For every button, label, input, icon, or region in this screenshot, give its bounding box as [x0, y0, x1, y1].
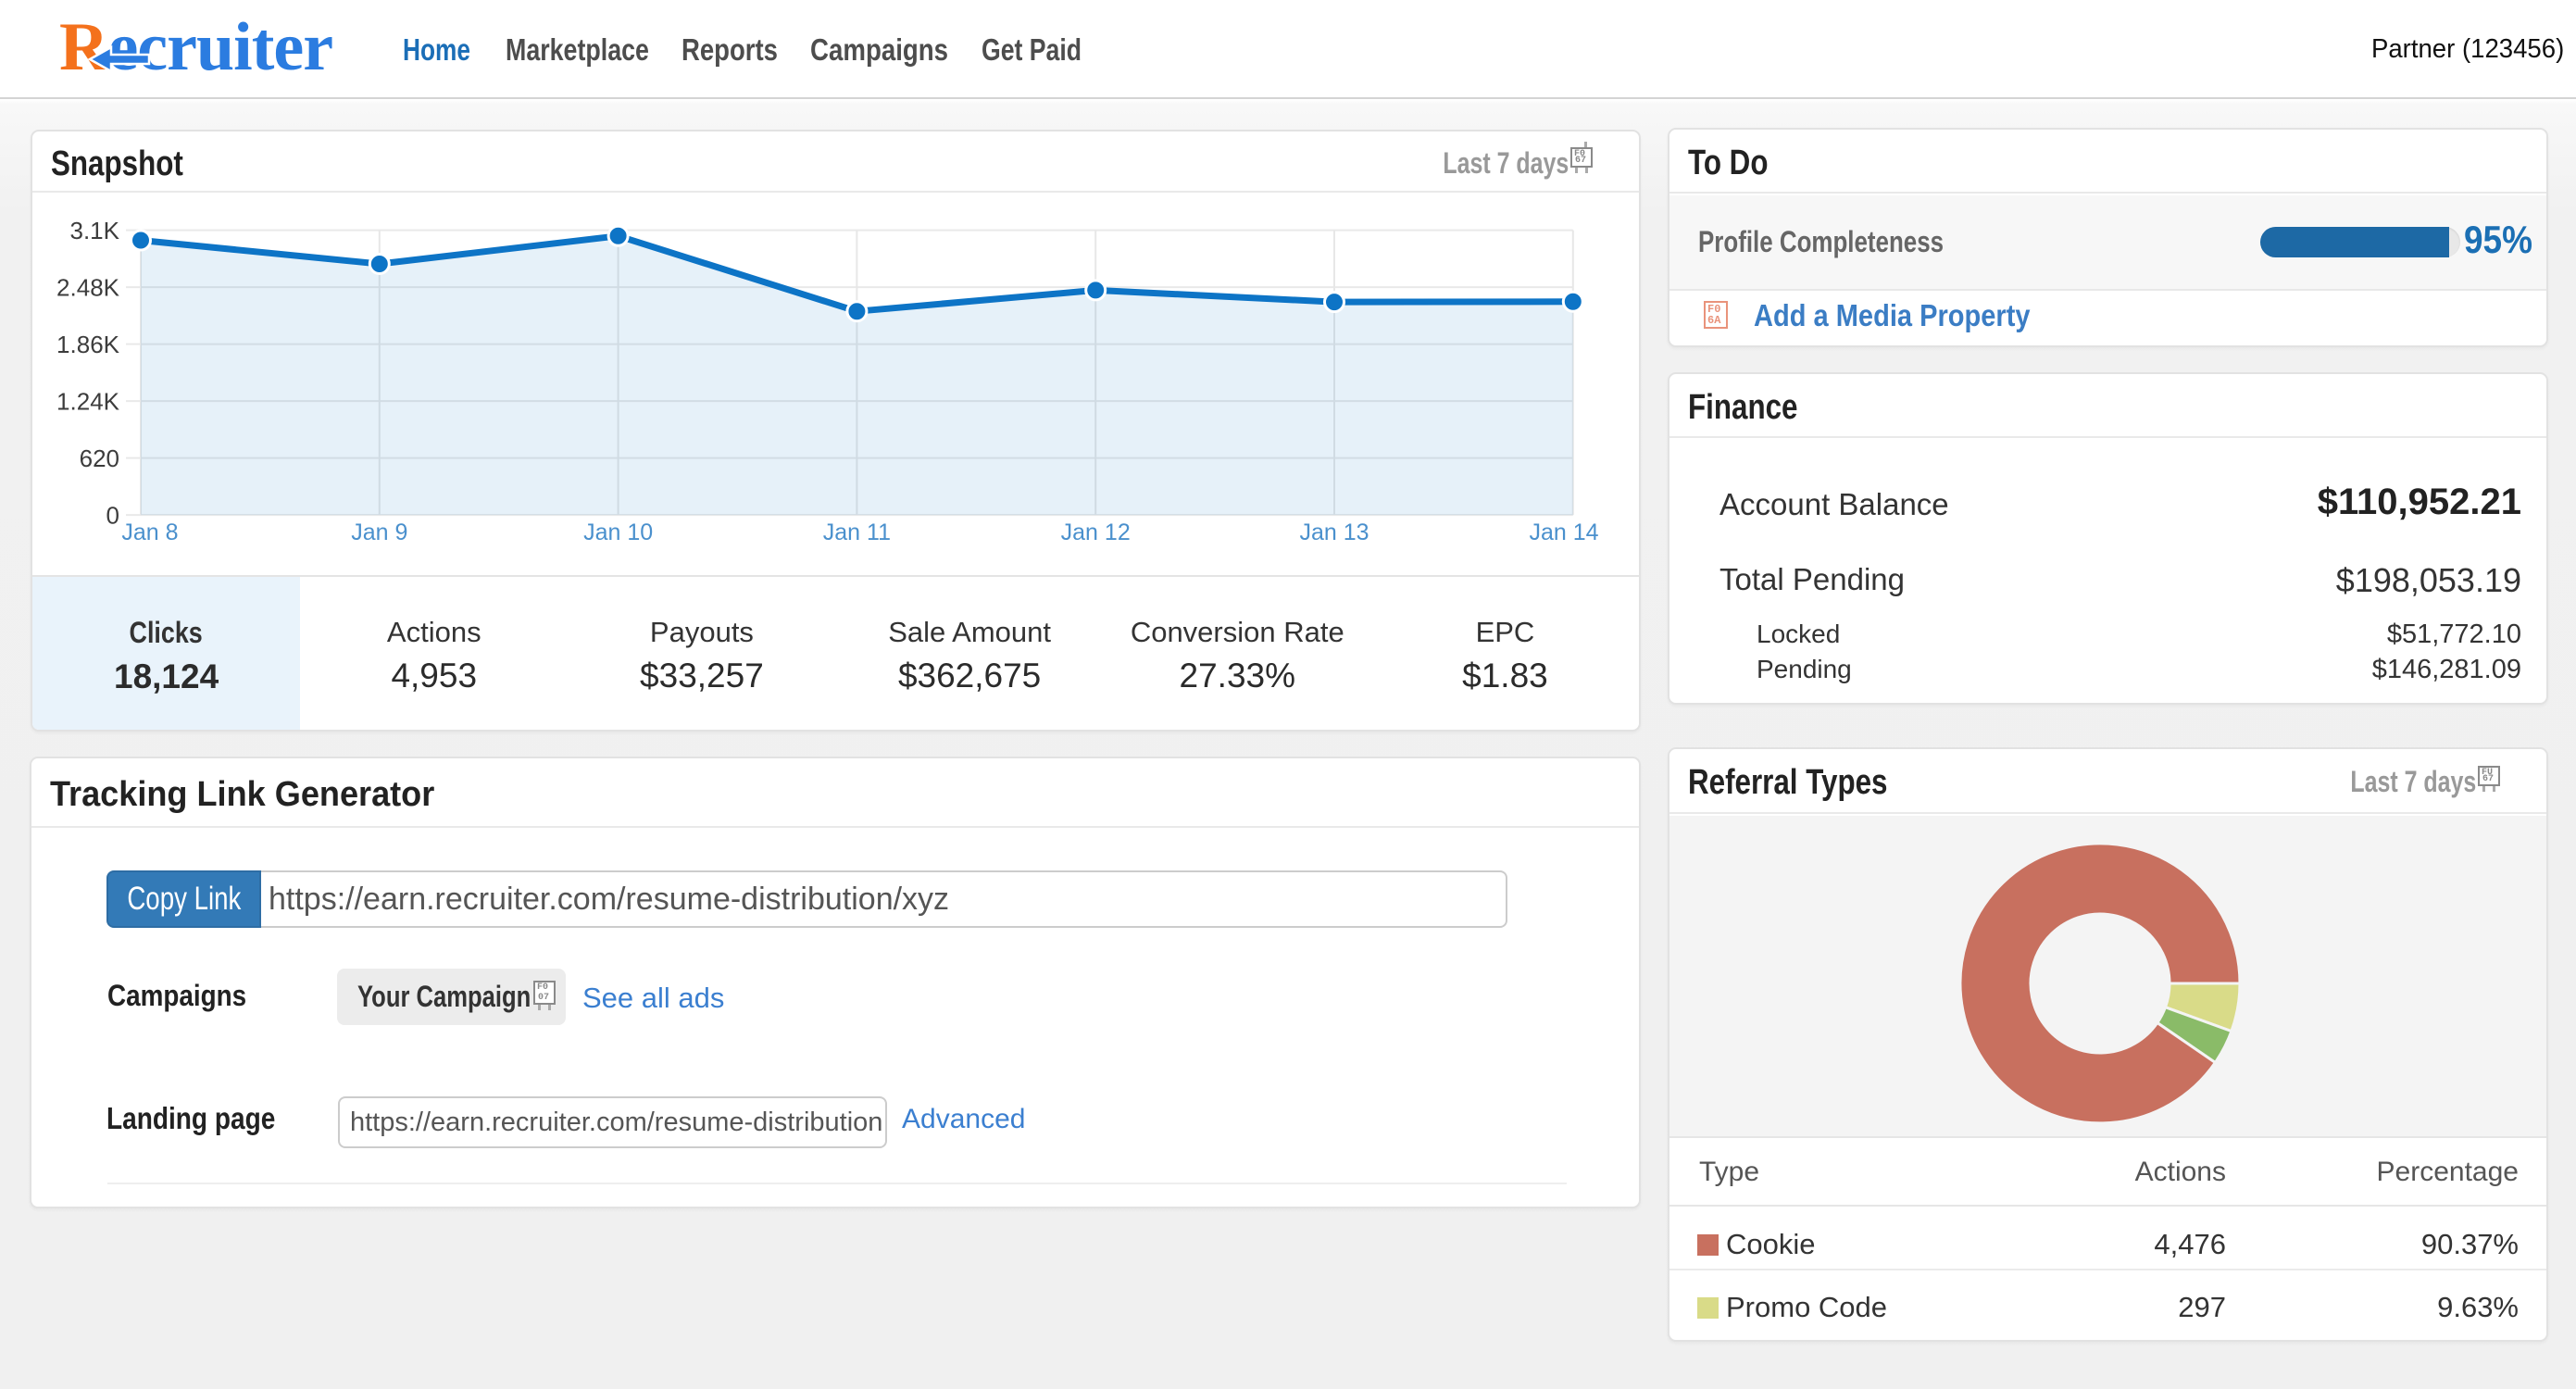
svg-text:Jan 14: Jan 14: [1529, 519, 1598, 545]
svg-text:Jan 13: Jan 13: [1299, 519, 1369, 545]
svg-text:0: 0: [106, 502, 119, 530]
svg-text:Jan 11: Jan 11: [823, 519, 891, 545]
svg-text:Jan 9: Jan 9: [351, 519, 407, 545]
svg-text:620: 620: [80, 444, 119, 472]
svg-text:1.86K: 1.86K: [56, 331, 120, 358]
svg-text:Jan 12: Jan 12: [1061, 519, 1131, 545]
svg-text:2.48K: 2.48K: [56, 274, 120, 302]
svg-text:3.1K: 3.1K: [70, 217, 120, 244]
svg-text:1.24K: 1.24K: [56, 388, 120, 416]
svg-text:Jan 8: Jan 8: [121, 519, 178, 545]
svg-text:Jan 10: Jan 10: [583, 519, 653, 545]
